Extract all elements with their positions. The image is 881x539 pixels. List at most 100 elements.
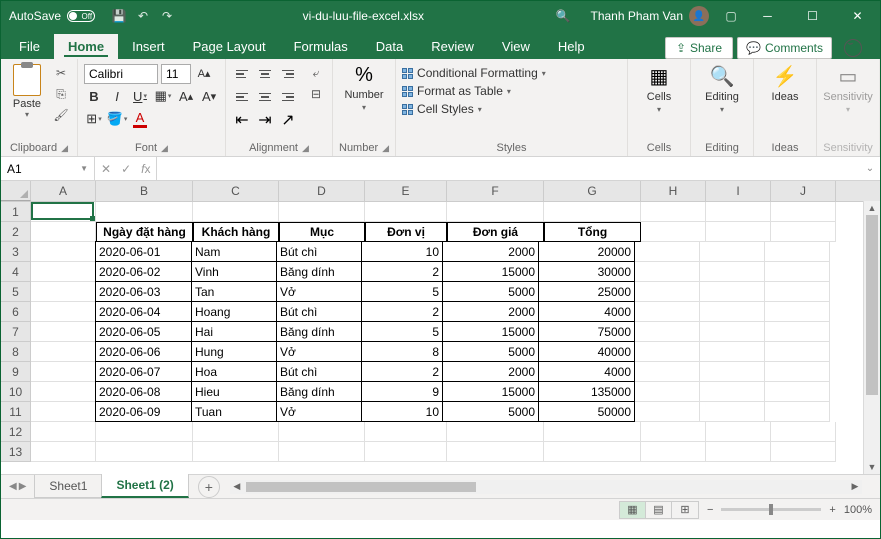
fx-icon[interactable]: fx (141, 162, 150, 176)
cell[interactable]: 2020-06-02 (95, 261, 192, 282)
cell[interactable]: Tổng (544, 222, 641, 242)
border-icon[interactable]: ▦▾ (153, 87, 173, 107)
row-header[interactable]: 2 (1, 222, 31, 242)
scrollbar-thumb[interactable] (246, 482, 476, 492)
cell[interactable]: Băng dính (276, 261, 362, 282)
align-bottom-icon[interactable] (278, 64, 298, 84)
cell[interactable] (700, 382, 765, 402)
horizontal-scrollbar[interactable]: ◀ ▶ (230, 480, 862, 494)
formula-input[interactable] (157, 157, 860, 180)
cells-button[interactable]: ▦Cells▾ (634, 62, 684, 114)
cell[interactable] (635, 342, 700, 362)
column-header[interactable]: I (706, 181, 771, 201)
cell[interactable]: 15000 (442, 261, 539, 282)
cell[interactable]: 15000 (442, 321, 539, 342)
cell[interactable] (765, 302, 830, 322)
cell[interactable] (635, 382, 700, 402)
cell[interactable] (96, 202, 193, 222)
row-header[interactable]: 11 (1, 402, 31, 422)
cell[interactable] (635, 302, 700, 322)
undo-icon[interactable]: ↶ (135, 8, 151, 24)
cell[interactable] (706, 422, 771, 442)
cell[interactable]: Tan (191, 281, 277, 302)
cell[interactable] (635, 282, 700, 302)
dialog-launcher-icon[interactable]: ◢ (302, 143, 309, 154)
tab-file[interactable]: File (5, 34, 54, 59)
cell[interactable]: Hoa (191, 361, 277, 382)
page-break-view-icon[interactable]: ⊞ (672, 502, 698, 518)
cell[interactable] (544, 202, 641, 222)
cell[interactable] (635, 262, 700, 282)
cell[interactable] (447, 202, 544, 222)
format-painter-icon[interactable]: 🖌 (51, 106, 71, 124)
cell[interactable] (447, 422, 544, 442)
increase-font-icon[interactable]: A▴ (194, 64, 214, 84)
cell[interactable] (193, 202, 279, 222)
feedback-icon[interactable] (844, 39, 862, 57)
font-name-combo[interactable] (84, 64, 158, 84)
cell[interactable] (96, 442, 193, 462)
cell[interactable]: Tuan (191, 401, 277, 422)
cell[interactable]: 5000 (442, 341, 539, 362)
cell[interactable] (771, 422, 836, 442)
cell[interactable]: 2 (361, 361, 443, 382)
fill-color-button[interactable]: 🪣▾ (107, 110, 127, 130)
tab-data[interactable]: Data (362, 34, 417, 59)
cell[interactable] (31, 282, 96, 302)
font-color-button[interactable]: A (130, 110, 150, 130)
paste-button[interactable]: Paste ▾ (7, 62, 47, 119)
cell-styles-button[interactable]: Cell Styles▾ (402, 102, 546, 116)
close-button[interactable]: ✕ (835, 1, 880, 31)
cells-area[interactable]: Ngày đặt hàngKhách hàngMụcĐơn vịĐơn giáT… (31, 202, 836, 462)
cell[interactable]: Mục (279, 222, 365, 242)
cell[interactable]: 2020-06-04 (95, 301, 192, 322)
tab-home[interactable]: Home (54, 34, 118, 59)
cell[interactable]: 2020-06-07 (95, 361, 192, 382)
row-header[interactable]: 1 (1, 202, 31, 222)
maximize-button[interactable]: ☐ (790, 1, 835, 31)
cell[interactable]: Băng dính (276, 321, 362, 342)
tab-insert[interactable]: Insert (118, 34, 179, 59)
column-header[interactable]: F (447, 181, 544, 201)
cell[interactable]: 2000 (442, 241, 539, 262)
cell[interactable]: 40000 (538, 341, 635, 362)
cell[interactable]: 8 (361, 341, 443, 362)
tab-formulas[interactable]: Formulas (280, 34, 362, 59)
cell[interactable]: Vở (276, 341, 362, 362)
cell[interactable]: 50000 (538, 401, 635, 422)
cell[interactable]: Bút chì (276, 301, 362, 322)
cell[interactable] (635, 402, 700, 422)
cell[interactable]: 2 (361, 301, 443, 322)
dialog-launcher-icon[interactable]: ◢ (382, 143, 389, 154)
zoom-in-button[interactable]: + (829, 504, 835, 516)
minimize-button[interactable]: ─ (745, 1, 790, 31)
cell[interactable]: Hieu (191, 381, 277, 402)
column-header[interactable]: H (641, 181, 706, 201)
cell[interactable]: Bút chì (276, 241, 362, 262)
cell[interactable] (765, 282, 830, 302)
cell[interactable] (641, 442, 706, 462)
tab-view[interactable]: View (488, 34, 544, 59)
cell[interactable]: 2020-06-08 (95, 381, 192, 402)
cell[interactable] (193, 442, 279, 462)
scroll-left-icon[interactable]: ◀ (230, 480, 244, 494)
cell[interactable] (31, 262, 96, 282)
row-header[interactable]: 6 (1, 302, 31, 322)
cell[interactable] (31, 322, 96, 342)
cell[interactable] (31, 202, 96, 222)
cell[interactable]: 5000 (442, 401, 539, 422)
cancel-formula-icon[interactable]: ✕ (101, 162, 111, 176)
row-header[interactable]: 9 (1, 362, 31, 382)
ideas-button[interactable]: ⚡Ideas (760, 62, 810, 103)
cell[interactable] (706, 442, 771, 462)
cell[interactable] (544, 422, 641, 442)
cell[interactable] (31, 422, 96, 442)
align-top-icon[interactable] (232, 64, 252, 84)
sheet-tab[interactable]: Sheet1 (34, 475, 102, 498)
row-header[interactable]: 10 (1, 382, 31, 402)
cell[interactable]: 135000 (538, 381, 635, 402)
cell[interactable] (706, 222, 771, 242)
align-left-icon[interactable] (232, 87, 252, 107)
borders-button[interactable]: ⊞▾ (84, 110, 104, 130)
cell[interactable] (765, 362, 830, 382)
